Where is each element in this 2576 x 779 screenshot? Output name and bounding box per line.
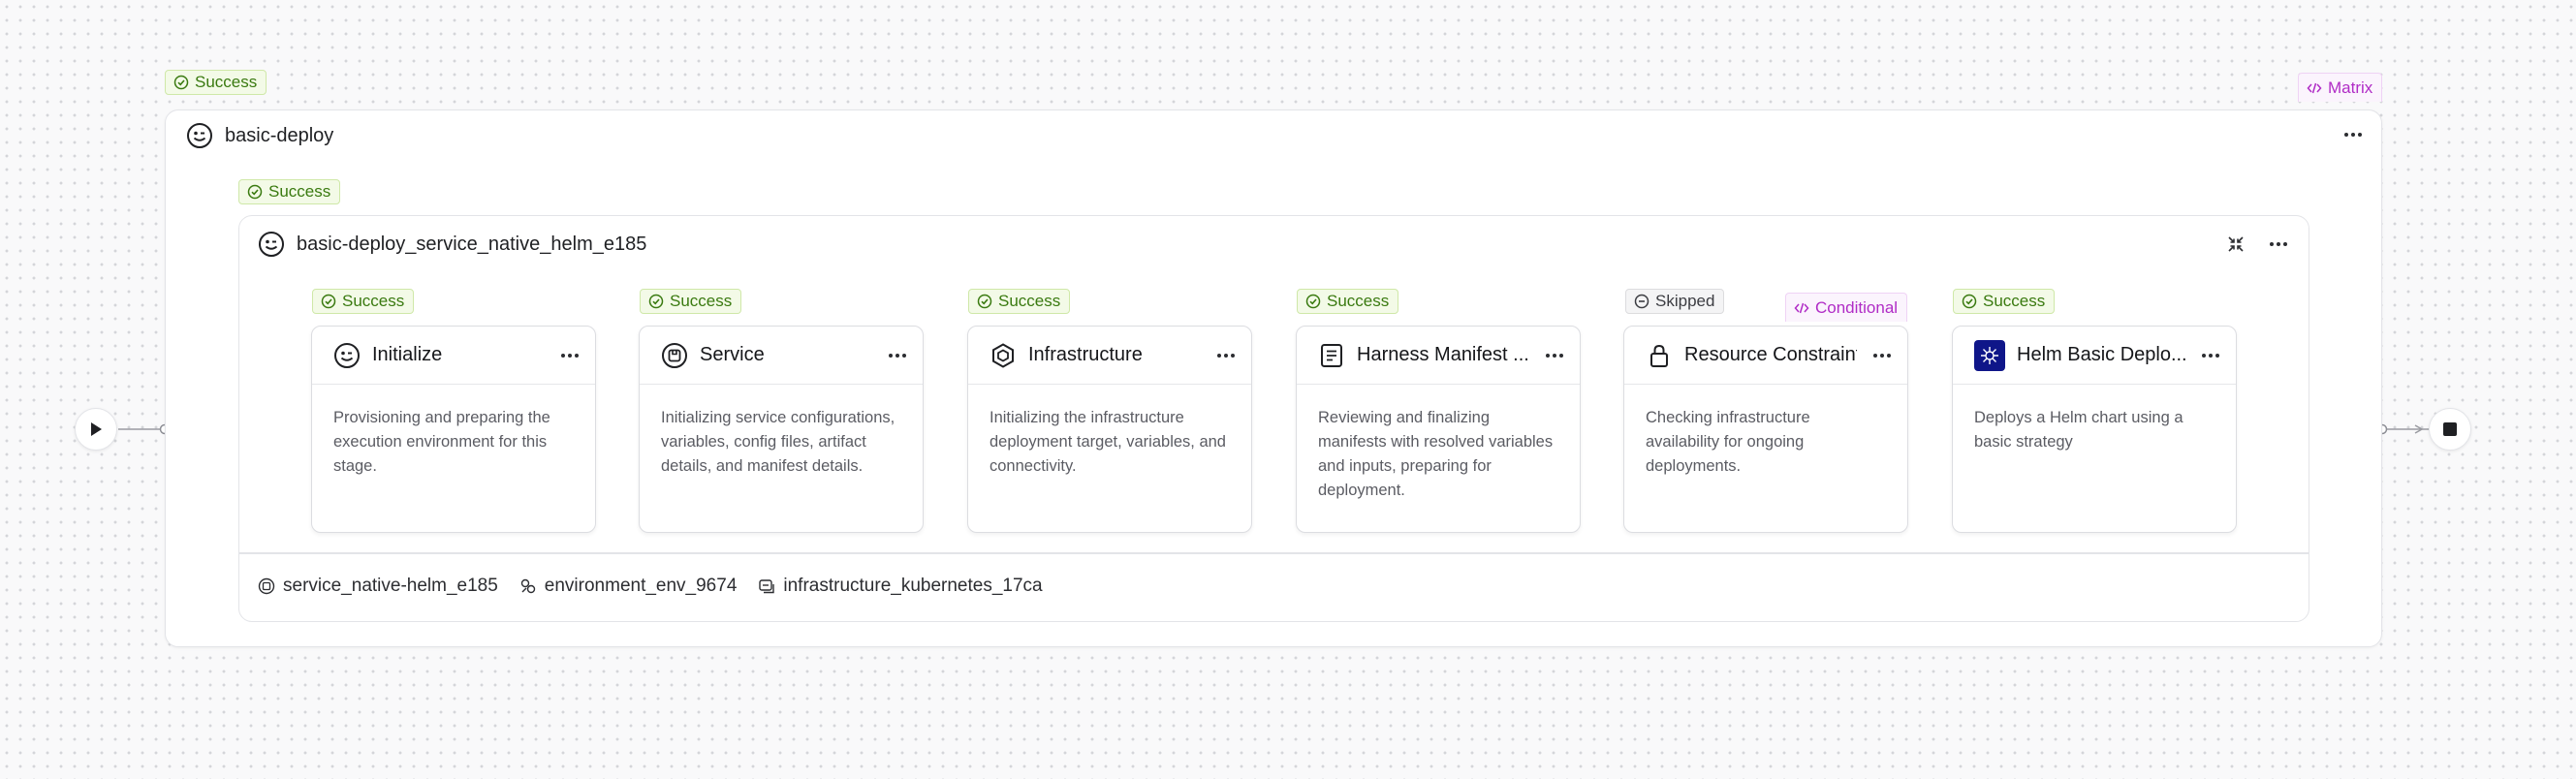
step-status-badge: Success [1297,289,1399,314]
step-status-badge: Success [312,289,415,314]
stop-icon [2443,422,2457,436]
step-card-header: Initialize [312,327,595,385]
footer-infrastructure-label: infrastructure_kubernetes_17ca [783,576,1043,596]
outer-stage-more-button[interactable] [2340,121,2367,148]
check-circle-icon [247,184,263,200]
inner-stage-more-button[interactable] [2265,231,2292,258]
environment-icon [520,578,535,594]
step-more-button[interactable] [884,342,911,369]
service-icon [258,577,275,595]
more-horizontal-icon [2270,242,2287,246]
stage-face-icon [187,123,212,148]
step-card-header: Infrastructure [968,327,1251,385]
step-title: Helm Basic Deplo... [2017,344,2185,365]
status-label: Success [268,182,331,201]
step-card-helm-basic-deploy[interactable]: Helm Basic Deplo... Deploys a Helm chart… [1952,326,2237,533]
footer-environment[interactable]: environment_env_9674 [519,576,738,597]
collapse-icon [2228,236,2244,252]
step-description: Provisioning and preparing the execution… [333,409,550,475]
step-card-harness-manifest[interactable]: Harness Manifest ... Reviewing and final… [1296,326,1581,533]
document-icon [1321,343,1342,367]
step-title: Resource Constraint [1684,344,1857,365]
more-horizontal-icon [2202,353,2219,358]
step-card-infrastructure[interactable]: Infrastructure Initializing the infrastr… [967,326,1252,533]
step-card-header: Harness Manifest ... [1297,327,1580,385]
lock-icon [1650,344,1668,367]
status-label: Success [670,292,733,310]
stage-face-icon [334,342,360,368]
code-brackets-icon [1794,302,1809,313]
step-description: Initializing the infrastructure deployme… [990,409,1226,475]
step-description: Reviewing and finalizing manifests with … [1318,409,1554,499]
footer-environment-label: environment_env_9674 [544,576,738,596]
inner-stage-header[interactable]: basic-deploy_service_native_helm_e185 [258,229,646,260]
tag-label: Matrix [2328,78,2373,97]
step-status-badge: Skipped [1625,289,1725,314]
step-status-badge: Success [1953,289,2056,314]
step-more-button[interactable] [556,342,583,369]
step-card-header: Helm Basic Deplo... [1953,327,2236,385]
service-icon [662,342,687,368]
footer-infrastructure[interactable]: infrastructure_kubernetes_17ca [758,576,1043,597]
status-label: Skipped [1655,292,1715,310]
step-title: Initialize [372,344,443,365]
outer-stage-header[interactable]: basic-deploy [186,120,333,151]
infrastructure-hexagon-icon [992,342,1014,368]
more-horizontal-icon [2344,133,2362,137]
inner-stage-status-badge: Success [238,179,341,204]
step-more-button[interactable] [1541,342,1568,369]
status-label: Success [998,292,1061,310]
footer-divider [239,552,2309,554]
step-card-service[interactable]: Service Initializing service configurati… [639,326,924,533]
check-circle-icon [1962,294,1977,309]
step-more-button[interactable] [2197,342,2224,369]
step-status-badge: Success [640,289,742,314]
step-card-initialize[interactable]: Initialize Provisioning and preparing th… [311,326,596,533]
play-icon [91,422,102,436]
status-label: Success [1983,292,2046,310]
matrix-tag: Matrix [2298,73,2383,102]
step-description: Deploys a Helm chart using a basic strat… [1974,409,2183,451]
inner-stage-collapse-button[interactable] [2222,231,2249,258]
step-description: Checking infrastructure availability for… [1646,409,1810,475]
outer-stage-title: basic-deploy [225,124,334,146]
more-horizontal-icon [1546,353,1563,358]
tag-label: Conditional [1815,297,1899,317]
stop-pipeline-button[interactable] [2429,408,2471,451]
more-horizontal-icon [1217,353,1235,358]
status-label: Success [195,73,258,91]
stage-footer: service_native-helm_e185 environment_env… [258,574,1043,599]
more-horizontal-icon [1873,353,1891,358]
status-label: Success [1327,292,1390,310]
step-description: Initializing service configurations, var… [661,409,895,475]
step-status-badge: Success [968,289,1071,314]
step-more-button[interactable] [1869,342,1896,369]
more-horizontal-icon [889,353,906,358]
step-card-header: Service [640,327,923,385]
check-circle-icon [977,294,992,309]
inner-stage-title: basic-deploy_service_native_helm_e185 [297,233,647,255]
infrastructure-icon [759,579,775,594]
run-pipeline-button[interactable] [75,408,117,451]
minus-circle-icon [1634,294,1649,309]
helm-logo-icon [1974,339,2005,371]
outer-stage-status-badge: Success [165,70,267,95]
conditional-tag: Conditional [1785,293,1908,322]
step-more-button[interactable] [1212,342,1240,369]
footer-service-label: service_native-helm_e185 [283,576,498,596]
stage-face-icon [259,232,284,257]
check-circle-icon [321,294,336,309]
check-circle-icon [1305,294,1321,309]
step-card-header: Resource Constraint [1624,327,1907,385]
check-circle-icon [648,294,664,309]
step-card-resource-constraint[interactable]: Resource Constraint Checking infrastruct… [1623,326,1908,533]
code-brackets-icon [2307,82,2322,93]
step-title: Service [700,344,765,365]
step-title: Infrastructure [1028,344,1143,365]
step-title: Harness Manifest ... [1357,344,1529,365]
status-label: Success [342,292,405,310]
check-circle-icon [173,75,189,90]
footer-service[interactable]: service_native-helm_e185 [258,576,498,597]
more-horizontal-icon [561,353,579,358]
